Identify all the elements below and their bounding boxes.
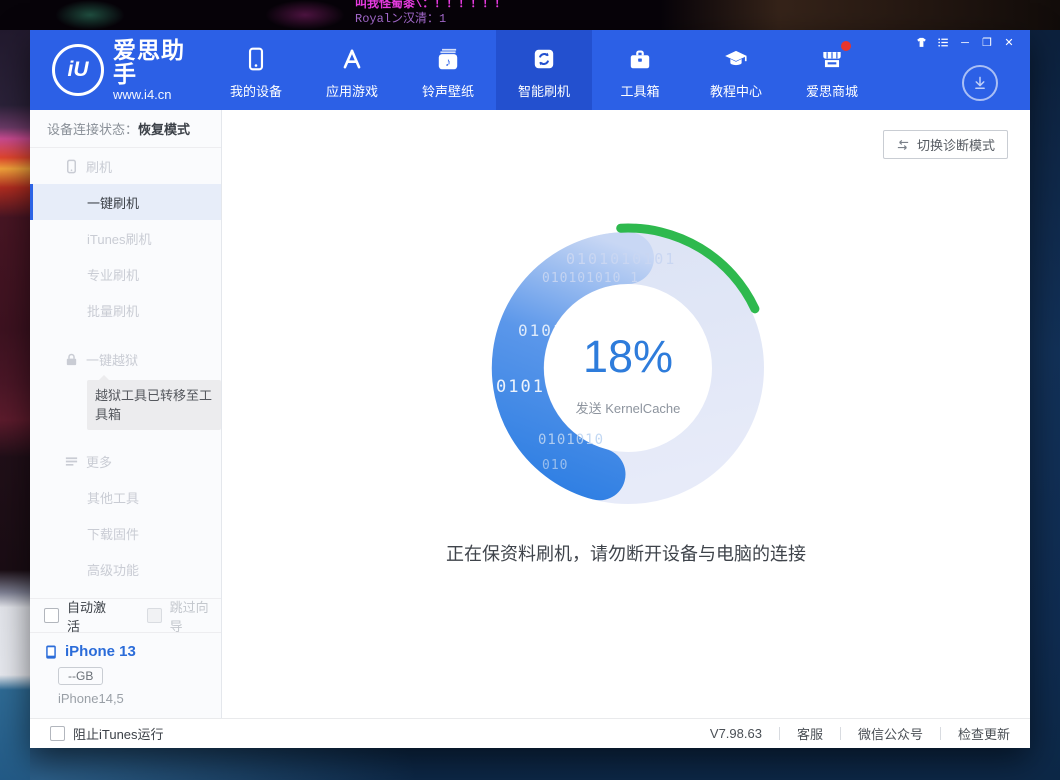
wechat-official-link[interactable]: 微信公众号 [858, 724, 923, 743]
notification-dot [841, 41, 851, 51]
app-logo: iU 爱思助手 www.i4.cn [30, 30, 208, 110]
background-blob [660, 0, 1060, 30]
version-label: V7.98.63 [710, 726, 762, 741]
jailbreak-moved-note: 越狱工具已转移至工具箱 [87, 380, 221, 430]
nav-item-label: 工具箱 [620, 81, 659, 100]
auto-activate-label: 自动激活 [67, 597, 119, 635]
background-wallpaper-strip [0, 30, 30, 780]
lock-icon [63, 352, 79, 367]
minimize-button[interactable]: ─ [954, 34, 976, 51]
flash-phone-icon [63, 159, 79, 174]
flash-status-message: 正在保资料刷机，请勿断开设备与电脑的连接 [222, 540, 1030, 566]
nav-item-toolbox[interactable]: 工具箱 [592, 30, 688, 110]
app-window: iU 爱思助手 www.i4.cn 我的设备 应用游戏 ♪ [30, 30, 1030, 748]
sidebar-item-other-tools[interactable]: 其他工具 [30, 479, 221, 515]
nav-item-ringtones-wallpapers[interactable]: ♪ 铃声壁纸 [400, 30, 496, 110]
device-capacity-badge: --GB [58, 667, 103, 685]
sidebar-item-batch-flash[interactable]: 批量刷机 [30, 292, 221, 328]
sync-icon [531, 45, 557, 73]
check-update-link[interactable]: 检查更新 [958, 724, 1010, 743]
toolbox-icon [627, 45, 653, 73]
status-label: 设备连接状态： [47, 119, 138, 138]
main-content: 切换诊断模式 [222, 110, 1030, 718]
divider [940, 727, 941, 740]
game-chat-overlay: 叫我怪蜀黍\：！！！！！！ Royalン汉清：1 [355, 0, 506, 27]
nav-item-aisi-mall[interactable]: 爱思商城 [784, 30, 880, 110]
nav-item-label: 应用游戏 [326, 81, 378, 100]
customer-service-link[interactable]: 客服 [797, 724, 823, 743]
skip-wizard-checkbox[interactable] [147, 608, 162, 623]
svg-text:♪: ♪ [445, 55, 451, 69]
sidebar-item-itunes-flash[interactable]: iTunes刷机 [30, 220, 221, 256]
sidebar-item-download-firmware[interactable]: 下载固件 [30, 515, 221, 551]
sidebar-item-advanced-features[interactable]: 高级功能 [30, 551, 221, 587]
sidebar-section-jailbreak: 一键越狱 [30, 341, 221, 377]
binary-overlay: 010101010 1 [542, 271, 639, 286]
sidebar-section-flash: 刷机 [30, 148, 221, 184]
divider [840, 727, 841, 740]
close-button[interactable]: ✕ [998, 34, 1020, 51]
chat-line: Royalン汉清：1 [355, 12, 506, 27]
nav-item-label: 智能刷机 [518, 81, 570, 100]
device-model: iPhone14,5 [58, 691, 221, 706]
nav-item-label: 爱思商城 [806, 81, 858, 100]
maximize-button[interactable]: ❐ [976, 34, 998, 51]
binary-overlay: 010 [542, 458, 568, 473]
nav-item-label: 铃声壁纸 [422, 81, 474, 100]
sidebar-section-label: 刷机 [86, 157, 112, 176]
music-icon: ♪ [435, 45, 461, 73]
auto-activate-checkbox[interactable] [44, 608, 59, 623]
block-itunes-label: 阻止iTunes运行 [73, 724, 164, 743]
sidebar-item-one-click-flash[interactable]: 一键刷机 [30, 184, 221, 220]
flash-progress-ring: 0101010101 010101010 1 0101 0101 0101010… [478, 218, 778, 518]
download-manager-button[interactable] [962, 65, 998, 101]
status-value: 恢复模式 [138, 119, 190, 138]
diag-button-label: 切换诊断模式 [917, 135, 995, 154]
progress-step-label: 发送 KernelCache [478, 398, 778, 417]
nav-item-my-devices[interactable]: 我的设备 [208, 30, 304, 110]
sidebar-section-more: 更多 [30, 443, 221, 479]
progress-percent: 18% [478, 331, 778, 383]
swap-arrows-icon [896, 139, 910, 151]
background-blob [265, 0, 345, 30]
binary-overlay: 0101010101 [566, 250, 676, 268]
sidebar: 设备连接状态： 恢复模式 刷机 一键刷机 iTunes刷机 专业刷机 批量刷机 … [30, 110, 222, 718]
theme-icon[interactable] [910, 34, 932, 51]
app-url: www.i4.cn [113, 88, 208, 102]
menu-lines-icon [63, 454, 79, 469]
background-game-strip: 叫我怪蜀黍\：！！！！！！ Royalン汉清：1 [0, 0, 1060, 30]
device-phone-icon [44, 644, 58, 660]
sidebar-item-pro-flash[interactable]: 专业刷机 [30, 256, 221, 292]
nav-item-smart-flash[interactable]: 智能刷机 [496, 30, 592, 110]
download-icon [971, 74, 989, 92]
logo-mark-icon: iU [52, 44, 104, 96]
device-name: iPhone 13 [65, 643, 136, 660]
device-connection-status: 设备连接状态： 恢复模式 [30, 110, 221, 148]
background-blob [55, 0, 125, 30]
divider [779, 727, 780, 740]
chat-line: 叫我怪蜀黍\：！！！！！！ [355, 0, 506, 12]
nav-item-apps-games[interactable]: 应用游戏 [304, 30, 400, 110]
block-itunes-checkbox[interactable] [50, 726, 65, 741]
graduation-icon [723, 45, 749, 73]
window-controls: ─ ❐ ✕ [910, 34, 1020, 51]
binary-overlay: 0101010 [538, 432, 604, 448]
store-icon [819, 45, 845, 73]
sidebar-section-label: 一键越狱 [86, 350, 138, 369]
sidebar-section-label: 更多 [86, 452, 112, 471]
nav-item-tutorial-center[interactable]: 教程中心 [688, 30, 784, 110]
footer-bar: 阻止iTunes运行 V7.98.63 客服 微信公众号 检查更新 [30, 718, 1030, 747]
nav-items: 我的设备 应用游戏 ♪ 铃声壁纸 智能刷机 [208, 30, 880, 110]
app-title: 爱思助手 [113, 38, 208, 86]
nav-item-label: 我的设备 [230, 81, 282, 100]
appstore-icon [339, 45, 365, 73]
switch-diagnostic-mode-button[interactable]: 切换诊断模式 [883, 130, 1008, 159]
menu-icon[interactable] [932, 34, 954, 51]
skip-wizard-label: 跳过向导 [170, 597, 221, 635]
device-info-panel: iPhone 13 --GB iPhone14,5 [30, 633, 221, 718]
nav-item-label: 教程中心 [710, 81, 762, 100]
top-nav-bar: iU 爱思助手 www.i4.cn 我的设备 应用游戏 ♪ [30, 30, 1030, 110]
phone-icon [243, 45, 269, 73]
